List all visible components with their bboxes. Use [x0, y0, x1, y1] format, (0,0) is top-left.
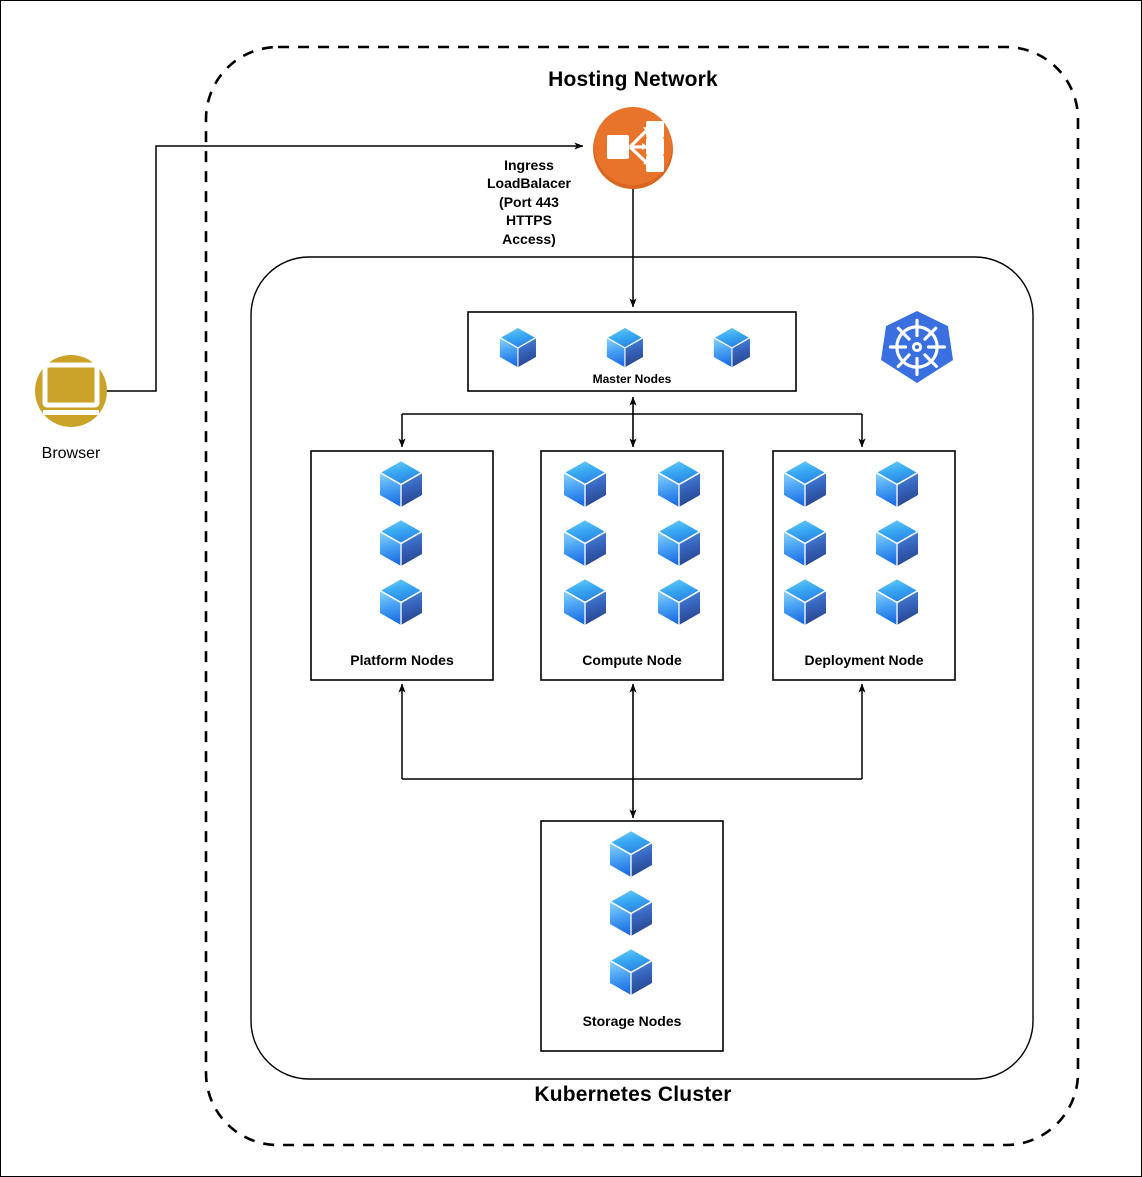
compute-node-label: Compute Node [582, 652, 682, 668]
browser-monitor-icon [35, 355, 107, 427]
deployment-node-label: Deployment Node [804, 652, 924, 668]
platform-nodes-label: Platform Nodes [350, 652, 454, 668]
connector-storage-to-node-groups [398, 683, 866, 819]
ingress-loadbalancer-label: Ingress LoadBalacer (Port 443 HTTPS Acce… [486, 157, 572, 247]
master-nodes-label: Master Nodes [592, 372, 672, 386]
browser-label: Browser [41, 445, 101, 462]
hosting-network-title: Hosting Network [548, 68, 718, 91]
architecture-diagram: Hosting Network Kubernetes Cluster Brows… [0, 0, 1142, 1177]
storage-nodes-label: Storage Nodes [582, 1013, 682, 1029]
kubernetes-logo-icon [881, 311, 953, 383]
connector-master-to-node-groups [398, 396, 866, 448]
kubernetes-cluster-title: Kubernetes Cluster [534, 1083, 732, 1106]
